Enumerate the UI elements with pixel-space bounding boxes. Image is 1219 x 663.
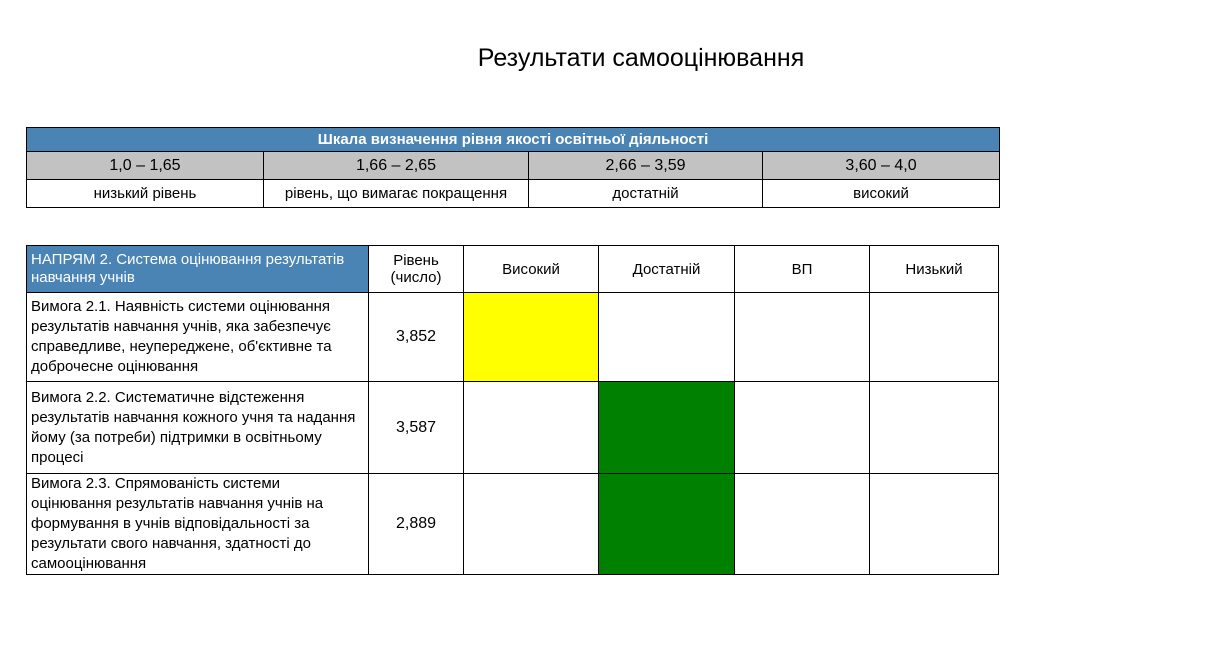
- rating-cell-needs-improvement: [734, 473, 870, 575]
- rating-cell-low: [869, 381, 999, 474]
- rating-cell-high: [463, 381, 599, 474]
- requirement-text: Вимога 2.2. Систематичне відстеження рез…: [26, 381, 369, 474]
- scale-range-high: 3,60 – 4,0: [761, 151, 1001, 180]
- column-sufficient: Достатній: [598, 245, 735, 293]
- table-row: Вимога 2.2. Систематичне відстеження рез…: [26, 381, 999, 474]
- table-row: Вимога 2.1. Наявність системи оцінювання…: [26, 292, 999, 382]
- requirement-text: Вимога 2.3. Спрямованість системи оцінюв…: [26, 473, 369, 575]
- scale-title: Шкала визначення рівня якості освітньої …: [25, 127, 1001, 152]
- level-number-header: Рівень (число): [368, 245, 464, 293]
- rating-cell-low: [869, 473, 999, 575]
- quality-scale-table: Шкала визначення рівня якості освітньої …: [25, 127, 1001, 208]
- level-value: 3,852: [368, 292, 464, 382]
- rating-cell-sufficient: [598, 292, 735, 382]
- rating-cell-high: [463, 473, 599, 575]
- table-row: Вимога 2.3. Спрямованість системи оцінюв…: [26, 473, 999, 575]
- rating-cell-sufficient: [598, 473, 735, 575]
- rating-cell-needs-improvement: [734, 292, 870, 382]
- scale-level-needs-improvement: рівень, що вимагає покращення: [263, 179, 529, 208]
- scale-range-low: 1,0 – 1,65: [26, 151, 264, 180]
- requirement-text: Вимога 2.1. Наявність системи оцінювання…: [26, 292, 369, 382]
- page-title: Результати самооцінювання: [477, 44, 805, 72]
- results-table: НАПРЯМ 2. Система оцінювання результатів…: [26, 245, 999, 575]
- rating-cell-needs-improvement: [734, 381, 870, 474]
- level-value: 3,587: [368, 381, 464, 474]
- scale-level-low: низький рівень: [26, 179, 264, 208]
- column-high: Високий: [463, 245, 599, 293]
- scale-level-sufficient: достатній: [528, 179, 763, 208]
- rating-cell-low: [869, 292, 999, 382]
- rating-cell-high: [463, 292, 599, 382]
- direction-header: НАПРЯМ 2. Система оцінювання результатів…: [26, 245, 369, 293]
- level-value: 2,889: [368, 473, 464, 575]
- rating-cell-sufficient: [598, 381, 735, 474]
- scale-range-sufficient: 2,66 – 3,59: [528, 151, 763, 180]
- scale-level-high: високий: [761, 179, 1001, 208]
- scale-range-needs-improvement: 1,66 – 2,65: [263, 151, 529, 180]
- column-needs-improvement: ВП: [734, 245, 870, 293]
- column-low: Низький: [869, 245, 999, 293]
